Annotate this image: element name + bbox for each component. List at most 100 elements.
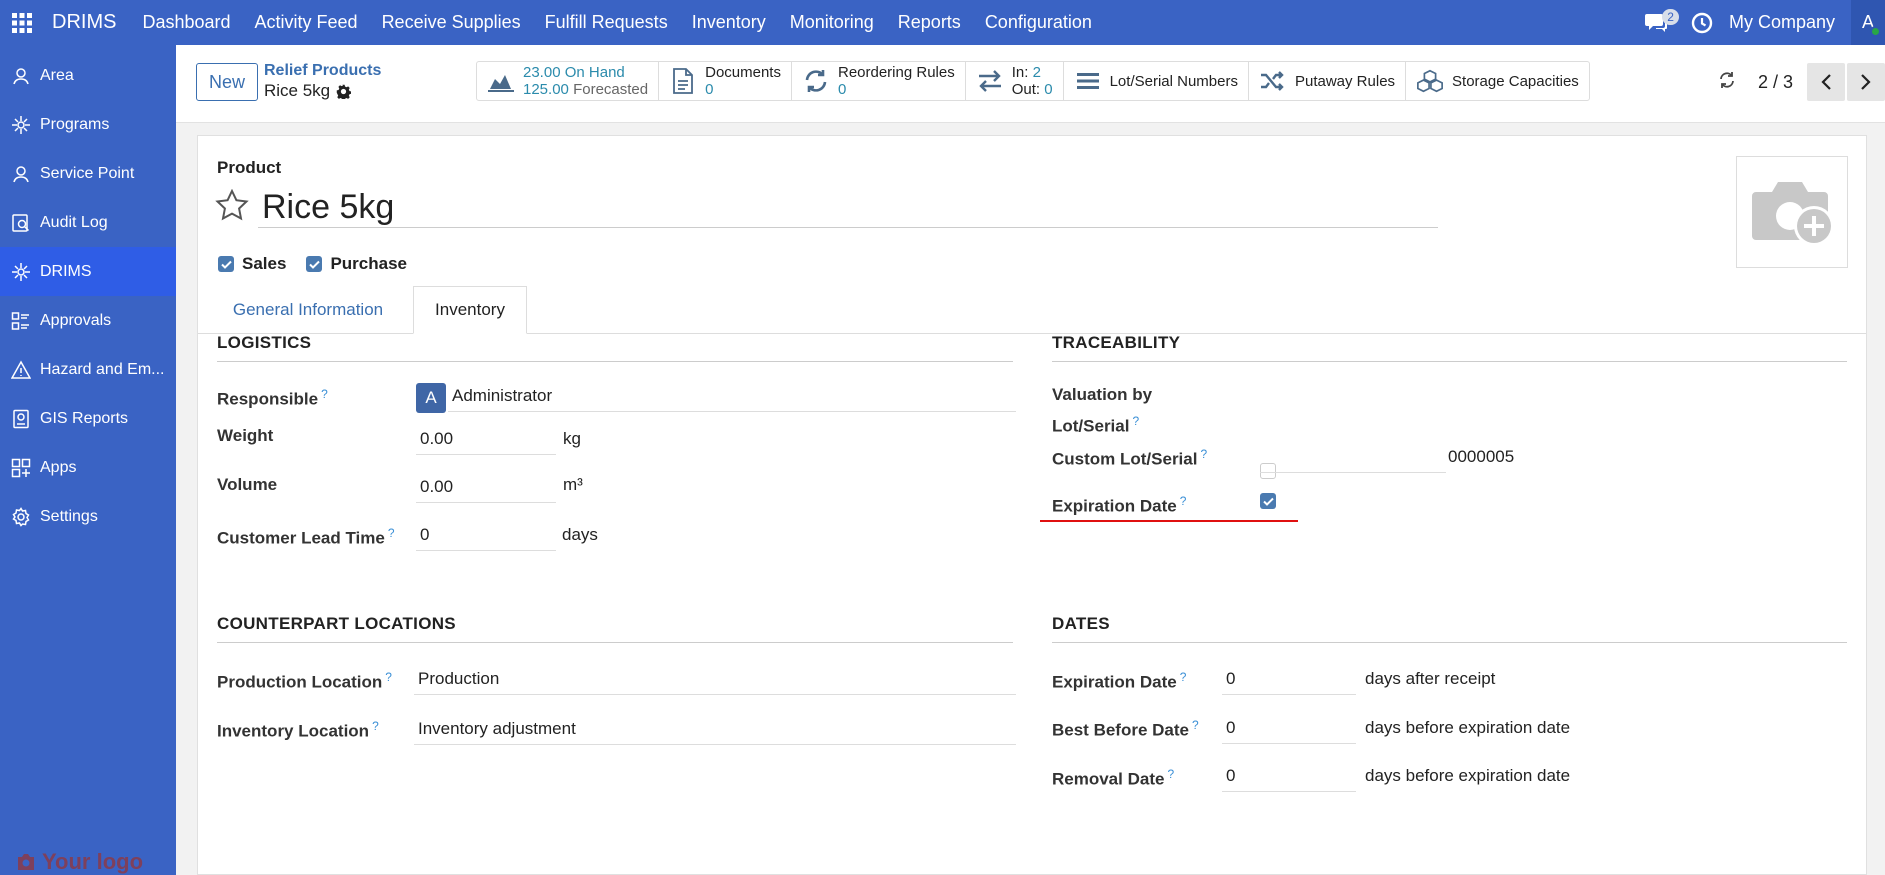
cubes-icon <box>1416 67 1444 95</box>
on-hand-value: 23.00 <box>523 64 561 81</box>
help-icon[interactable]: ? <box>1167 767 1174 781</box>
custom-lot-label: Custom Lot/Serial? <box>1052 441 1207 473</box>
menu-inventory[interactable]: Inventory <box>692 12 766 33</box>
product-image-upload[interactable] <box>1736 156 1848 268</box>
putaway-rules-button[interactable]: Putaway Rules <box>1249 62 1407 100</box>
weight-input[interactable]: 0.00 <box>416 423 556 455</box>
reordering-rules-button[interactable]: Reordering Rules 0 <box>792 62 966 100</box>
tab-inventory[interactable]: Inventory <box>413 286 527 334</box>
expiration-date-checkbox[interactable] <box>1260 493 1276 509</box>
help-icon[interactable]: ? <box>321 387 328 401</box>
company-switcher[interactable]: My Company <box>1729 12 1835 33</box>
sidebar-item-programs[interactable]: Programs <box>0 100 176 149</box>
menu-configuration[interactable]: Configuration <box>985 12 1092 33</box>
help-icon[interactable]: ? <box>1132 414 1139 428</box>
sidebar-item-audit-log[interactable]: Audit Log <box>0 198 176 247</box>
sales-checkbox[interactable]: Sales <box>218 254 286 274</box>
service-point-icon <box>10 163 32 185</box>
menu-fulfill-requests[interactable]: Fulfill Requests <box>545 12 668 33</box>
menu-dashboard[interactable]: Dashboard <box>142 12 230 33</box>
product-label: Product <box>217 158 282 177</box>
gear-icon[interactable] <box>336 84 352 99</box>
lot-serial-button[interactable]: Lot/Serial Numbers <box>1064 62 1249 100</box>
documents-button[interactable]: Documents 0 <box>659 62 792 100</box>
brand-name[interactable]: DRIMS <box>52 11 116 34</box>
inventory-label-text: Inventory Location <box>217 721 370 741</box>
check-icon <box>306 256 323 272</box>
sidebar-item-apps[interactable]: Apps <box>0 443 176 492</box>
purchase-checkbox[interactable]: Purchase <box>306 254 407 274</box>
sidebar-item-drims[interactable]: DRIMS <box>0 247 176 296</box>
traceability-section-title: TRACEABILITY <box>1052 333 1847 362</box>
help-icon[interactable]: ? <box>1180 494 1187 508</box>
removal-date-input[interactable]: 0 <box>1222 760 1356 792</box>
shuffle-icon <box>1259 67 1287 95</box>
inventory-location-field[interactable]: Inventory adjustment <box>414 713 1016 745</box>
product-name-input[interactable]: Rice 5kg <box>258 186 1438 228</box>
production-label-text: Production Location <box>217 672 383 692</box>
approvals-icon <box>10 310 32 332</box>
company-logo: Your logo <box>16 849 143 875</box>
lead-time-input[interactable]: 0 <box>416 519 556 551</box>
reorder-count: 0 <box>837 81 847 98</box>
in-out-button[interactable]: In: 2 Out: 0 <box>966 62 1064 100</box>
dates-section-title: DATES <box>1052 614 1847 643</box>
responsible-label-text: Responsible <box>217 389 319 409</box>
custom-lot-input[interactable] <box>1260 441 1446 473</box>
removal-date-label: Removal Date? <box>1052 761 1174 793</box>
help-icon[interactable]: ? <box>385 670 392 684</box>
online-status-icon <box>1870 26 1881 37</box>
sidebar-item-label: DRIMS <box>40 262 92 280</box>
chat-icon[interactable]: 2 <box>1641 8 1679 38</box>
sidebar-item-approvals[interactable]: Approvals <box>0 296 176 345</box>
breadcrumb-parent[interactable]: Relief Products <box>264 62 381 80</box>
production-location-field[interactable]: Production <box>414 663 1016 695</box>
user-avatar[interactable]: A <box>1851 0 1885 45</box>
responsible-field[interactable]: Administrator <box>448 380 1016 412</box>
pager-previous-button[interactable] <box>1807 63 1845 101</box>
sidebar-item-service-point[interactable]: Service Point <box>0 149 176 198</box>
settings-icon <box>10 506 32 528</box>
new-button[interactable]: New <box>196 63 258 101</box>
menu-monitoring[interactable]: Monitoring <box>790 12 874 33</box>
sidebar-item-label: Area <box>40 66 74 84</box>
on-hand-button[interactable]: 23.00 On Hand 125.00 Forecasted <box>477 62 660 100</box>
purchase-label: Purchase <box>330 254 407 273</box>
clock-icon[interactable] <box>1689 10 1715 36</box>
highlight-underline <box>1040 520 1298 522</box>
help-icon[interactable]: ? <box>388 526 395 540</box>
lot-serial-label: Lot/Serial Numbers <box>1109 72 1238 90</box>
volume-input[interactable]: 0.00 <box>416 471 556 503</box>
weight-label: Weight <box>217 426 274 445</box>
valuation-label-line1: Valuation by <box>1052 385 1153 404</box>
menu-reports[interactable]: Reports <box>898 12 961 33</box>
gis-icon <box>10 408 32 430</box>
sidebar-item-area[interactable]: Area <box>0 51 176 100</box>
expiration-days-input[interactable]: 0 <box>1222 663 1356 695</box>
documents-label: Documents <box>705 64 781 81</box>
menu-activity-feed[interactable]: Activity Feed <box>255 12 358 33</box>
volume-label: Volume <box>217 475 278 494</box>
sidebar-item-gis-reports[interactable]: GIS Reports <box>0 394 176 443</box>
help-icon[interactable]: ? <box>1192 718 1199 732</box>
list-bars-icon <box>1074 67 1102 95</box>
help-icon[interactable]: ? <box>372 719 379 733</box>
top-menu: Dashboard Activity Feed Receive Supplies… <box>142 12 1091 33</box>
tab-general-information[interactable]: General Information <box>218 286 398 334</box>
best-before-input[interactable]: 0 <box>1222 712 1356 744</box>
refresh-icon[interactable] <box>1718 71 1736 94</box>
documents-count: 0 <box>705 81 714 98</box>
in-label: In: <box>1011 64 1029 81</box>
menu-receive-supplies[interactable]: Receive Supplies <box>382 12 521 33</box>
pager-next-button[interactable] <box>1847 63 1885 101</box>
star-icon[interactable] <box>215 188 249 226</box>
storage-capacities-button[interactable]: Storage Capacities <box>1406 62 1589 100</box>
apps-grid-icon[interactable] <box>0 0 44 45</box>
help-icon[interactable]: ? <box>1180 670 1187 684</box>
sidebar-item-settings[interactable]: Settings <box>0 492 176 541</box>
form-sheet: Product Rice 5kg Sales Purchase General … <box>197 135 1867 875</box>
sidebar-item-label: Settings <box>40 507 98 525</box>
sidebar-item-hazard[interactable]: Hazard and Em... <box>0 345 176 394</box>
logistics-section-title: LOGISTICS <box>217 333 1013 362</box>
help-icon[interactable]: ? <box>1200 447 1207 461</box>
